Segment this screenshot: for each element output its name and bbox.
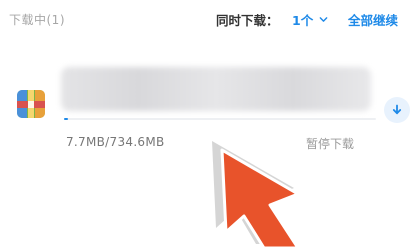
pause-download-button[interactable]: 暂停下载	[306, 135, 354, 152]
download-item[interactable]: 7.7MB/734.6MB 暂停下载	[0, 60, 412, 160]
archive-icon	[17, 90, 45, 118]
file-name-redacted	[61, 67, 371, 111]
resume-all-button[interactable]: 全部继续	[348, 10, 398, 29]
download-action-button[interactable]	[384, 97, 410, 123]
chevron-down-icon	[319, 17, 328, 22]
download-progress-fill	[64, 118, 68, 120]
concurrent-downloads-dropdown[interactable]: 1个	[292, 10, 328, 29]
download-header: 下载中(1) 同时下载： 1个 全部继续	[0, 0, 412, 40]
download-arrow-icon	[392, 104, 402, 115]
concurrent-downloads-value: 1个	[292, 13, 314, 28]
download-size-text: 7.7MB/734.6MB	[66, 135, 165, 149]
downloading-section-title: 下载中(1)	[9, 13, 65, 27]
download-progress-bar	[64, 118, 376, 120]
download-manager-page: 下载中(1) 同时下载： 1个 全部继续 7.7MB/734.6MB 暂停下载	[0, 0, 412, 248]
concurrent-downloads-label: 同时下载：	[216, 13, 279, 28]
